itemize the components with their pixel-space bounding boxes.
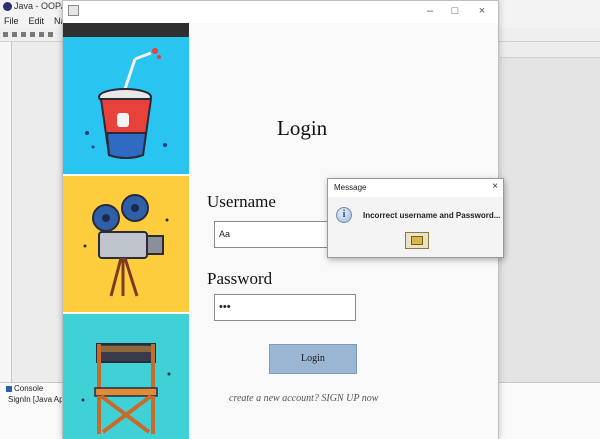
message-dialog-title-bar[interactable]: Message × xyxy=(328,179,503,197)
toolbar-icon[interactable] xyxy=(12,32,17,37)
console-icon xyxy=(6,385,12,392)
dialog-close-button[interactable]: × xyxy=(492,181,498,192)
menu-file[interactable]: File xyxy=(4,14,19,28)
toolbar-icon[interactable] xyxy=(48,32,53,37)
message-dialog-title: Message xyxy=(334,183,367,192)
console-output: SignIn [Java App xyxy=(8,395,69,404)
movie-camera-panel xyxy=(63,176,189,314)
signup-link[interactable]: create a new account? SIGN UP now xyxy=(229,393,378,404)
ok-button-image-icon xyxy=(411,236,423,245)
dialog-message: Incorrect username and Password... xyxy=(363,211,501,220)
soda-cup-icon xyxy=(85,48,167,159)
soda-cup-panel xyxy=(63,37,189,176)
login-window-title-bar[interactable]: – □ × xyxy=(63,1,498,23)
ok-button[interactable] xyxy=(405,232,429,249)
ide-left-pane xyxy=(0,42,12,382)
toolbar-icon[interactable] xyxy=(21,32,26,37)
message-dialog: Message × i Incorrect username and Passw… xyxy=(327,178,504,258)
password-input[interactable]: ••• xyxy=(214,294,356,321)
movie-camera-icon xyxy=(83,194,169,297)
menu-edit[interactable]: Edit xyxy=(29,14,45,28)
director-chair-icon xyxy=(81,343,171,434)
maximize-button[interactable]: □ xyxy=(446,3,464,19)
sidebar-dark-strip xyxy=(63,23,189,37)
toolbar-icon[interactable] xyxy=(3,32,8,37)
username-label: Username xyxy=(207,192,276,211)
java-window-icon xyxy=(68,5,79,16)
minimize-button[interactable]: – xyxy=(421,3,439,19)
login-heading: Login xyxy=(277,116,328,140)
image-sidebar xyxy=(63,23,189,439)
eclipse-logo-icon xyxy=(3,2,12,11)
toolbar-icon[interactable] xyxy=(39,32,44,37)
console-tab[interactable]: Console xyxy=(6,384,43,393)
ide-right-pane-header xyxy=(500,42,600,58)
toolbar-icon[interactable] xyxy=(30,32,35,37)
director-chair-panel xyxy=(63,314,189,439)
close-button[interactable]: × xyxy=(473,3,491,19)
ide-right-pane xyxy=(500,42,600,382)
login-button[interactable]: Login xyxy=(269,344,357,374)
console-tab-label: Console xyxy=(14,384,44,393)
password-label: Password xyxy=(207,269,273,288)
info-icon: i xyxy=(336,207,352,223)
